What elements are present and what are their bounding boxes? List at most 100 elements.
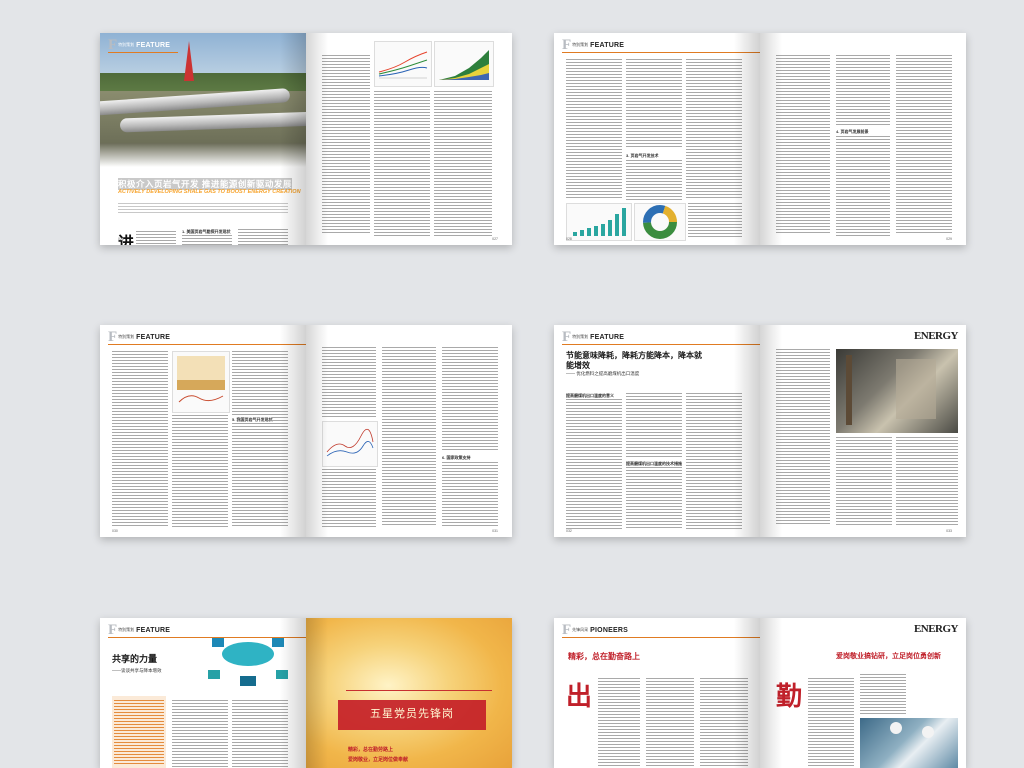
- page-right: ENERGY 033: [760, 325, 966, 537]
- section-heading: 4. 页岩气发展前景: [836, 129, 869, 134]
- text-column: [172, 415, 228, 527]
- text-column: [686, 59, 742, 199]
- text-column: [322, 469, 376, 527]
- tag-cn: 先锋风采: [572, 627, 589, 632]
- page-right: ENERGY 爱岗敬业搞钻研，立足岗位勇创新 勤: [760, 618, 966, 768]
- text-column: [322, 55, 370, 235]
- tag-letter: F: [562, 329, 572, 345]
- tag-cn: 特别策划: [118, 627, 135, 632]
- section-tag: F 特别策划 FEATURE: [108, 329, 170, 345]
- section-heading: 6. 国家政策支持: [442, 455, 471, 461]
- page-number: 029: [946, 237, 952, 241]
- page-number: 032: [566, 529, 572, 533]
- banner-item: 爱岗敬业，立足岗位做奉献: [348, 757, 409, 763]
- spread-shale-gas-3[interactable]: F 特别策划 FEATURE 5. 我国页岩气开发现状 030 6. 国家政策支…: [100, 325, 512, 537]
- text-column: [626, 59, 682, 149]
- tag-letter: F: [108, 622, 118, 638]
- article-subtitle: ——谈谈共享与降本增效: [112, 668, 162, 673]
- spread-shale-gas-2[interactable]: F 特别策划 FEATURE 3. 页岩气开发技术 028 4. 页岩气发展前景…: [554, 33, 966, 245]
- section-heading: 5. 我国页岩气开发现状: [232, 417, 273, 423]
- text-column: [626, 467, 682, 529]
- text-column: [896, 55, 952, 235]
- banner-title: 五星党员先锋岗: [370, 708, 454, 720]
- page-number: 027: [492, 237, 498, 241]
- article-title: 爱岗敬业搞钻研，立足岗位勇创新: [836, 652, 941, 660]
- plant-photo: [836, 349, 958, 433]
- cloud-diagram-graphic: [208, 638, 288, 686]
- section-tag: F 特别策划 FEATURE: [108, 37, 171, 53]
- text-column: [434, 91, 492, 237]
- page-number: 033: [946, 529, 952, 533]
- text-column: [776, 55, 830, 235]
- text-column: [686, 393, 742, 529]
- tag-cn: 特别策划: [572, 42, 589, 47]
- map-figure: [172, 351, 230, 413]
- text-block: [118, 203, 288, 213]
- spread-sharing[interactable]: F 特别策划 FEATURE 共享的力量 ——谈谈共享与降本增效 五星党员先锋岗…: [100, 618, 512, 768]
- structure-shape: [896, 359, 936, 419]
- text-column: [232, 700, 288, 768]
- line-chart-graphic: [378, 51, 428, 79]
- spread-shale-gas-1[interactable]: F 特别策划 FEATURE 积极介入页岩气开发 推进能源创新驱动发展 ACTI…: [100, 33, 512, 245]
- area-chart-figure: [434, 41, 494, 87]
- text-column: [836, 136, 890, 236]
- section-tag: F 特别策划 FEATURE: [562, 37, 624, 53]
- page-number: 026: [118, 237, 124, 241]
- tag-letter: F: [562, 37, 572, 53]
- tag-rule: [562, 344, 760, 345]
- page-left: F 特别策划 FEATURE 3. 页岩气开发技术 028: [554, 33, 760, 245]
- line-chart-figure: [374, 41, 432, 87]
- text-column: [776, 349, 830, 525]
- page-right: 6. 国家政策支持 031: [306, 325, 512, 537]
- text-column: [688, 203, 742, 239]
- tag-cn: 特别策划: [118, 334, 135, 339]
- text-column: [232, 351, 288, 527]
- section-tag: F 特别策划 FEATURE: [108, 622, 171, 638]
- page-right: 027: [306, 33, 512, 245]
- map-graphic: [177, 356, 225, 403]
- spread-energy-saving[interactable]: F 特别策划 FEATURE 节能意味降耗，降耗方能降本，降本就 能增效 —— …: [554, 325, 966, 537]
- text-column: [626, 160, 682, 200]
- text-column: [382, 347, 436, 527]
- section-heading: 3. 页岩气开发技术: [626, 153, 659, 158]
- energy-masthead: ENERGY: [913, 623, 959, 635]
- text-column: [700, 678, 748, 768]
- article-title-line: 节能意味降耗，降耗方能降本，降本就: [566, 351, 702, 360]
- text-column: [136, 231, 176, 245]
- tag-letter: F: [108, 37, 118, 53]
- article-title: 共享的力量: [112, 654, 158, 664]
- tag-en: FEATURE: [136, 41, 171, 49]
- donut-chart-figure: [634, 203, 686, 241]
- text-column: [182, 235, 232, 245]
- structure-shape: [846, 355, 852, 425]
- text-column: [238, 229, 288, 245]
- energy-masthead: ENERGY: [913, 330, 959, 342]
- drop-cap: 勤: [776, 682, 803, 711]
- page-left: F 先锋风采 PIONEERS 精彩，总在勤奋路上 出: [554, 618, 760, 768]
- tag-letter: F: [562, 622, 572, 638]
- tag-letter: F: [108, 329, 118, 345]
- text-column: [626, 393, 682, 457]
- text-column: [598, 678, 640, 768]
- article-title-line: 能增效: [566, 360, 590, 370]
- spread-pioneers[interactable]: F 先锋风采 PIONEERS 精彩，总在勤奋路上 出 ENERGY 爱岗敬业搞…: [554, 618, 966, 768]
- text-column: [374, 91, 430, 237]
- text-column: [442, 347, 498, 451]
- hardhat-shape: [890, 722, 902, 734]
- workers-photo: [860, 718, 958, 768]
- text-column: [566, 59, 622, 199]
- tag-en: PIONEERS: [590, 626, 628, 634]
- page-left: F 特别策划 FEATURE 积极介入页岩气开发 推进能源创新驱动发展 ACTI…: [100, 33, 306, 245]
- tag-en: FEATURE: [136, 626, 171, 634]
- text-column: [860, 674, 906, 714]
- tag-rule: [108, 52, 178, 53]
- section-tag: F 先锋风采 PIONEERS: [562, 622, 628, 638]
- cloud-diagram: [200, 632, 294, 692]
- hardhat-shape: [922, 726, 934, 738]
- text-column: [566, 399, 622, 529]
- tag-rule: [108, 344, 306, 345]
- text-column: [646, 678, 694, 768]
- bar-chart-figure: [566, 203, 632, 241]
- text-column: [172, 700, 228, 768]
- tag-rule: [562, 637, 760, 638]
